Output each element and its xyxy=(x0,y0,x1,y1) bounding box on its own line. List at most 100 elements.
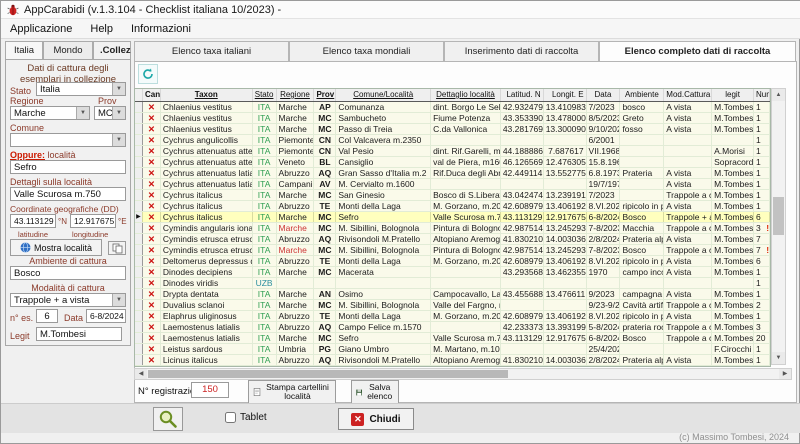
table-row[interactable]: ✕Cychrus attenuatus attenuatusITAVenetoB… xyxy=(135,157,770,168)
delete-row-icon[interactable]: ✕ xyxy=(143,245,161,255)
delete-row-icon[interactable]: ✕ xyxy=(143,212,161,222)
delete-row-icon[interactable]: ✕ xyxy=(143,300,161,310)
modalita-select[interactable]: Trappole + a vista ▼ xyxy=(10,293,126,307)
search-button[interactable] xyxy=(153,407,183,431)
table-row[interactable]: ✕Cychrus attenuatus attenuatusITAPiemont… xyxy=(135,146,770,157)
row-selector[interactable] xyxy=(135,333,143,343)
row-selector[interactable] xyxy=(135,234,143,244)
row-selector[interactable] xyxy=(135,256,143,266)
table-row[interactable]: ✕Cychrus attenuatus latialisITACampaniaA… xyxy=(135,179,770,190)
tablet-checkbox[interactable] xyxy=(225,412,236,423)
dettagli-input[interactable]: Valle Scurosa m.750 xyxy=(10,187,126,201)
regione-select[interactable]: Marche ▼ xyxy=(10,106,90,120)
table-row[interactable]: ✕Duvalius sclanoiITAMarcheMCM. Sibillini… xyxy=(135,300,770,311)
table-row[interactable]: ✕Laemostenus latialisITAAbruzzoAQCampo F… xyxy=(135,322,770,333)
delete-row-icon[interactable]: ✕ xyxy=(143,179,161,189)
nes-input[interactable]: 6 xyxy=(36,309,58,323)
column-header-dettaglio[interactable]: Dettaglio località xyxy=(431,89,501,101)
column-header-regione[interactable]: Regione xyxy=(277,89,315,101)
menu-informazioni[interactable]: Informazioni xyxy=(122,21,200,37)
column-header-taxon[interactable]: Taxon xyxy=(161,89,253,101)
row-selector[interactable] xyxy=(135,201,143,211)
delete-row-icon[interactable]: ✕ xyxy=(143,223,161,233)
row-selector[interactable] xyxy=(135,168,143,178)
row-selector[interactable] xyxy=(135,179,143,189)
row-selector[interactable] xyxy=(135,113,143,123)
row-selector[interactable] xyxy=(135,278,143,288)
row-selector[interactable] xyxy=(135,157,143,167)
table-row[interactable]: ✕Laemostenus latialisITAMarcheMCSefroVal… xyxy=(135,333,770,344)
table-row[interactable]: ✕Chlaenius vestitusITAMarcheMCSambucheto… xyxy=(135,113,770,124)
delete-row-icon[interactable]: ✕ xyxy=(143,201,161,211)
localita-input[interactable]: Sefro xyxy=(10,160,126,174)
tab-italia[interactable]: Italia xyxy=(5,41,43,59)
table-row[interactable]: ✕Cymindis etrusca etruscaITAMarcheMCM. S… xyxy=(135,245,770,256)
row-selector[interactable] xyxy=(135,289,143,299)
row-selector[interactable] xyxy=(135,124,143,134)
scroll-down-icon[interactable]: ▼ xyxy=(772,352,785,364)
chevron-down-icon[interactable]: ▼ xyxy=(76,107,89,119)
delete-row-icon[interactable]: ✕ xyxy=(143,322,161,332)
horizontal-scrollbar[interactable]: ◀ ▶ xyxy=(134,368,792,380)
scroll-left-icon[interactable]: ◀ xyxy=(135,369,147,379)
delete-row-icon[interactable]: ✕ xyxy=(143,102,161,112)
table-row[interactable]: ✕Cychrus angulicollisITAPiemonteCNCol Va… xyxy=(135,135,770,146)
delete-row-icon[interactable]: ✕ xyxy=(143,124,161,134)
copy-coordinates-button[interactable] xyxy=(108,241,126,255)
delete-row-icon[interactable]: ✕ xyxy=(143,311,161,321)
row-selector[interactable] xyxy=(135,190,143,200)
table-row[interactable]: ✕Cychrus attenuatus latialisITAAbruzzoAQ… xyxy=(135,168,770,179)
delete-row-icon[interactable]: ✕ xyxy=(143,355,161,365)
chiudi-button[interactable]: ✕ Chiudi xyxy=(338,408,414,430)
column-header-canc[interactable]: Canc xyxy=(143,89,161,101)
menu-help[interactable]: Help xyxy=(81,21,122,37)
table-row[interactable]: ✕Dinodes decipiensITAMarcheMCMacerata43.… xyxy=(135,267,770,278)
table-row[interactable]: ✕Drypta dentataITAMarcheANOsimoCampocava… xyxy=(135,289,770,300)
records-grid[interactable]: CancTaxonStatoRegioneProvComune/Località… xyxy=(134,88,771,367)
legit-input[interactable]: M.Tombesi xyxy=(36,327,122,341)
table-row[interactable]: ✕Cychrus italicusITAAbruzzoTEMonti della… xyxy=(135,201,770,212)
column-header-lon[interactable]: Longit. E xyxy=(544,89,587,101)
column-header-stato[interactable]: Stato xyxy=(253,89,277,101)
delete-row-icon[interactable]: ✕ xyxy=(143,344,161,354)
row-selector[interactable] xyxy=(135,245,143,255)
delete-row-icon[interactable]: ✕ xyxy=(143,289,161,299)
row-selector[interactable] xyxy=(135,300,143,310)
table-row[interactable]: ✕Chlaenius vestitusITAMarcheMCPasso di T… xyxy=(135,124,770,135)
delete-row-icon[interactable]: ✕ xyxy=(143,168,161,178)
column-header-mod[interactable]: Mod.Cattura xyxy=(664,89,712,101)
scroll-up-icon[interactable]: ▲ xyxy=(772,89,785,101)
table-row[interactable]: ✕Elaphrus uliginosusITAAbruzzoTEMonti de… xyxy=(135,311,770,322)
longitude-input[interactable]: 12.917675 xyxy=(70,214,116,228)
delete-row-icon[interactable]: ✕ xyxy=(143,135,161,145)
row-selector[interactable] xyxy=(135,146,143,156)
column-header-comune[interactable]: Comune/Località xyxy=(336,89,431,101)
delete-row-icon[interactable]: ✕ xyxy=(143,234,161,244)
current-row-marker[interactable]: ▶ xyxy=(135,212,143,222)
chevron-down-icon[interactable]: ▼ xyxy=(112,134,125,146)
row-selector[interactable] xyxy=(135,267,143,277)
table-row[interactable]: ✕Cymindis angularis ionaeITAMarcheMCM. S… xyxy=(135,223,770,234)
delete-row-icon[interactable]: ✕ xyxy=(143,146,161,156)
table-row[interactable]: ✕Cychrus italicusITAMarcheMCSan GinesioB… xyxy=(135,190,770,201)
stato-select[interactable]: Italia ▼ xyxy=(36,82,126,96)
column-header-lat[interactable]: Latitud. N xyxy=(501,89,544,101)
tab-elenco-taxa-mondiali[interactable]: Elenco taxa mondiali xyxy=(289,41,444,62)
table-row[interactable]: ✕Dinodes viridisUZB1 xyxy=(135,278,770,289)
vertical-scroll-thumb[interactable] xyxy=(773,197,784,235)
chevron-down-icon[interactable]: ▼ xyxy=(112,107,125,119)
comune-select[interactable]: ▼ xyxy=(10,133,126,147)
delete-row-icon[interactable]: ✕ xyxy=(143,278,161,288)
latitude-input[interactable]: 43.113129 xyxy=(10,214,56,228)
scroll-right-icon[interactable]: ▶ xyxy=(779,369,791,379)
column-header-num[interactable]: Num. d xyxy=(754,89,770,101)
horizontal-scroll-thumb[interactable] xyxy=(148,370,508,378)
row-selector[interactable] xyxy=(135,322,143,332)
delete-row-icon[interactable]: ✕ xyxy=(143,113,161,123)
tab-mondo[interactable]: Mondo xyxy=(43,41,93,59)
row-selector[interactable] xyxy=(135,355,143,365)
column-header-data[interactable]: Data xyxy=(587,89,621,101)
column-header-prov[interactable]: Prov xyxy=(314,89,336,101)
table-row[interactable]: ✕Chlaenius vestitusITAMarcheAPComunanzad… xyxy=(135,102,770,113)
tab-collez[interactable]: .Collez xyxy=(93,41,131,59)
